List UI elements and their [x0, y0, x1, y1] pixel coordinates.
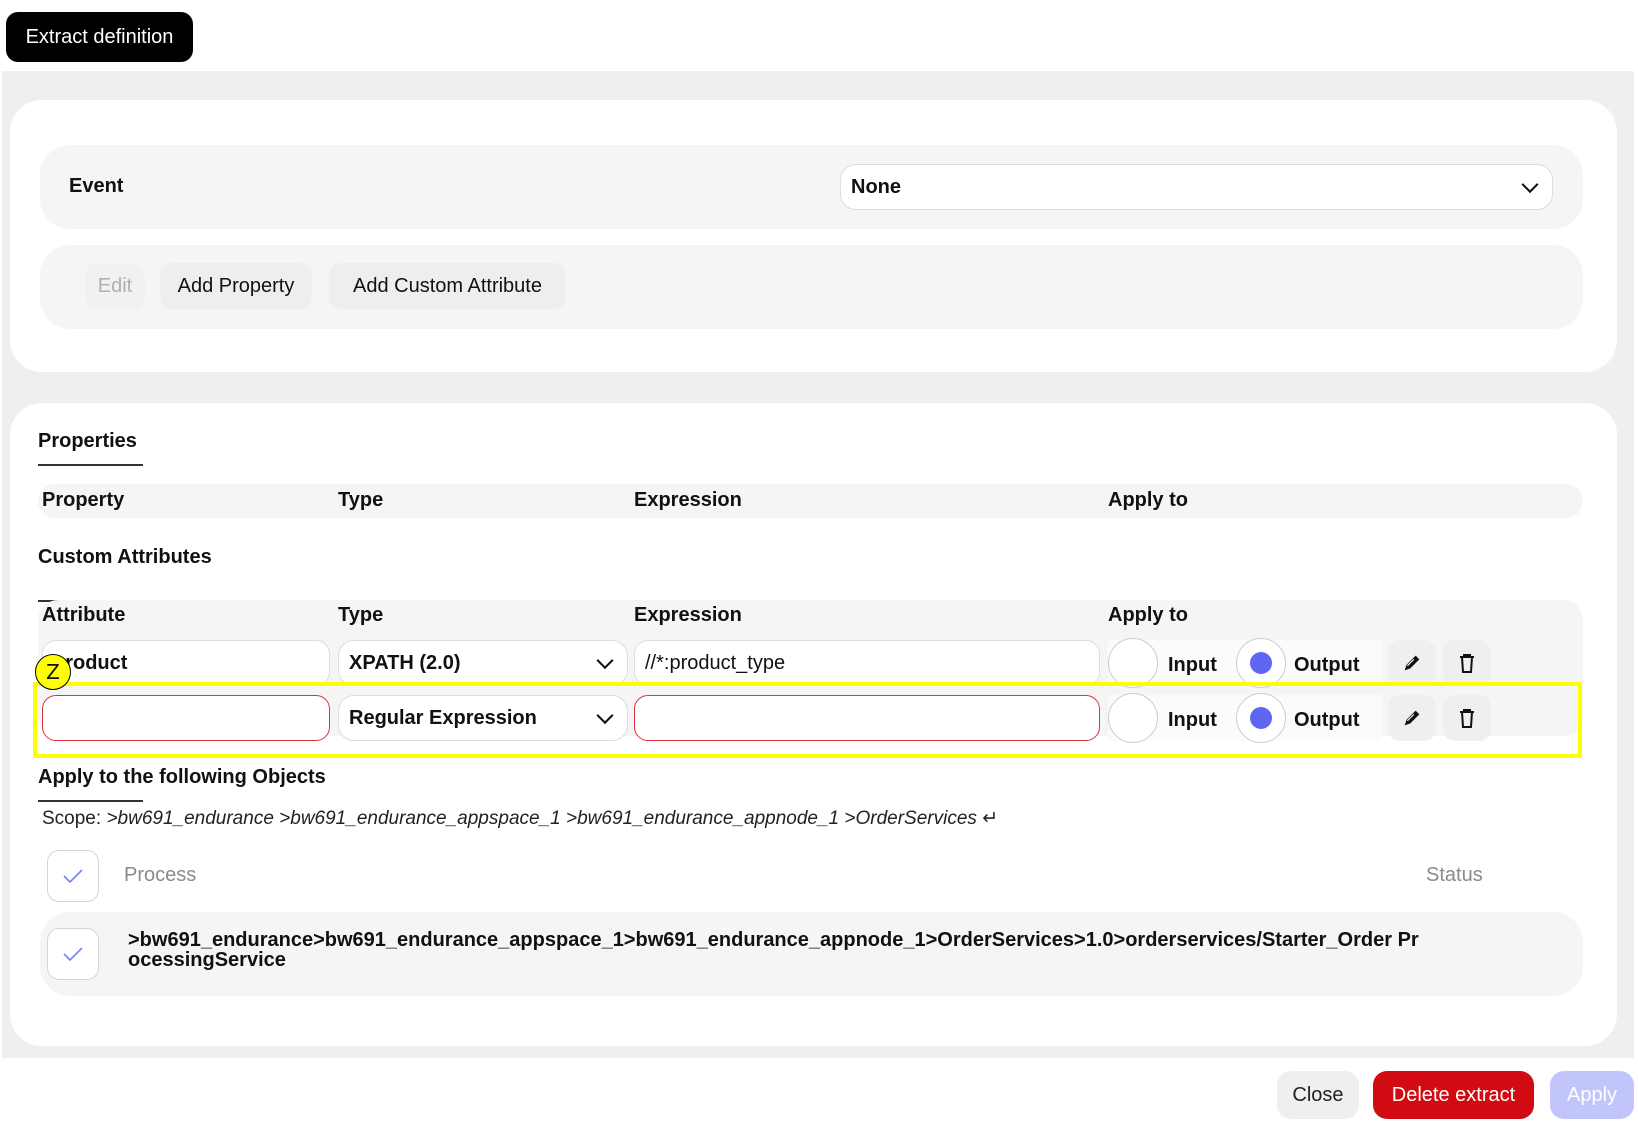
attribute-type-value: XPATH (2.0): [349, 651, 461, 674]
column-attribute: Attribute: [42, 604, 126, 626]
event-row: Event None: [40, 145, 1583, 229]
check-icon: [63, 869, 83, 884]
event-label: Event: [69, 175, 124, 197]
scope-label: Scope:: [42, 808, 102, 829]
object-list-item: >bw691_endurance>bw691_endurance_appspac…: [40, 912, 1583, 996]
annotation-badge: Z: [35, 654, 71, 690]
scope-line: Scope: >bw691_endurance >bw691_endurance…: [42, 807, 998, 830]
attribute-expression-input[interactable]: //*:product_type: [634, 640, 1100, 686]
edit-button[interactable]: Edit: [85, 263, 145, 309]
scope-path: >bw691_endurance >bw691_endurance_appspa…: [106, 808, 977, 829]
chevron-down-icon: [1521, 176, 1539, 194]
edit-attribute-button[interactable]: [1388, 640, 1436, 686]
objects-title: Apply to the following Objects: [38, 766, 326, 788]
status-column-header: Status: [1426, 864, 1483, 886]
custom-attributes-title: Custom Attributes: [38, 546, 212, 568]
actions-row: Edit Add Property Add Custom Attribute: [40, 245, 1583, 329]
return-icon[interactable]: ↵: [982, 808, 998, 829]
radio-selected-dot: [1250, 652, 1272, 674]
delete-extract-button[interactable]: Delete extract: [1373, 1071, 1534, 1119]
column-property: Property: [42, 489, 125, 511]
chevron-down-icon: [596, 652, 614, 670]
trash-icon: [1460, 654, 1474, 673]
add-property-button[interactable]: Add Property: [160, 263, 312, 309]
annotation-highlight-box: [33, 682, 1582, 758]
column-apply-to: Apply to: [1108, 604, 1188, 626]
attribute-name-input[interactable]: product: [42, 640, 330, 686]
select-all-checkbox[interactable]: [47, 850, 99, 902]
input-radio-label: Input: [1168, 654, 1217, 676]
check-icon: [63, 947, 83, 962]
output-radio-label: Output: [1294, 654, 1360, 676]
column-expression: Expression: [634, 604, 742, 626]
column-apply-to: Apply to: [1108, 489, 1188, 511]
properties-table-header: Property Type Expression Apply to: [38, 484, 1583, 518]
column-expression: Expression: [634, 489, 742, 511]
process-column-header: Process: [124, 864, 197, 886]
properties-title: Properties: [38, 430, 137, 452]
pencil-icon: [1404, 655, 1420, 671]
event-select-value: None: [851, 175, 901, 198]
objects-underline: [38, 800, 143, 802]
input-radio[interactable]: [1108, 638, 1158, 688]
apply-button[interactable]: Apply: [1550, 1071, 1634, 1119]
column-type: Type: [338, 489, 384, 511]
output-radio[interactable]: [1236, 638, 1286, 688]
extract-definition-title: Extract definition: [6, 12, 193, 62]
object-path: >bw691_endurance>bw691_endurance_appspac…: [128, 929, 1419, 971]
close-button[interactable]: Close: [1277, 1071, 1359, 1119]
event-select[interactable]: None: [840, 164, 1553, 210]
add-custom-attribute-button[interactable]: Add Custom Attribute: [329, 263, 566, 309]
column-type: Type: [338, 604, 384, 626]
delete-attribute-button[interactable]: [1443, 640, 1491, 686]
attribute-type-select[interactable]: XPATH (2.0): [338, 640, 628, 686]
event-panel: [10, 100, 1617, 372]
properties-underline: [38, 464, 143, 466]
object-checkbox[interactable]: [47, 928, 99, 980]
